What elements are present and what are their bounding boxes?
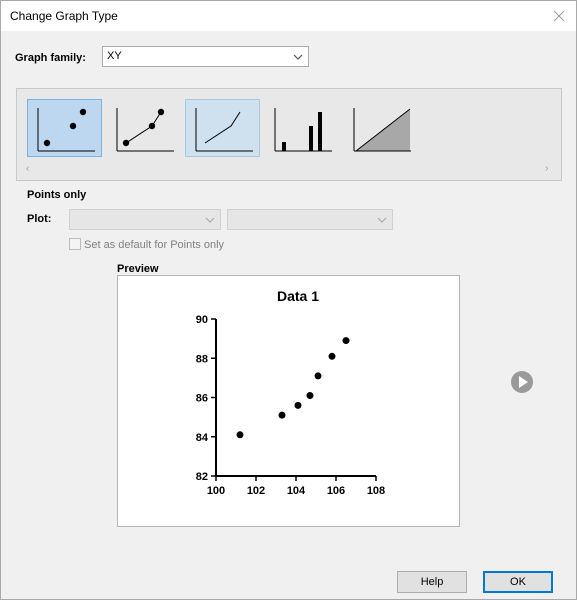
chevron-down-icon — [205, 217, 215, 223]
help-button[interactable]: Help — [397, 571, 467, 593]
data-point — [278, 411, 286, 419]
points-only-icon — [37, 108, 95, 152]
graph-type-line-only[interactable] — [185, 99, 260, 157]
x-tick-label: 100 — [207, 485, 225, 497]
close-button[interactable] — [548, 5, 570, 27]
plot-select-2[interactable] — [227, 209, 393, 230]
next-preview-button[interactable] — [510, 370, 534, 397]
area-fill-icon — [353, 108, 411, 152]
x-tick-label: 104 — [287, 485, 306, 497]
data-point — [328, 352, 336, 360]
graph-family-select[interactable]: XY — [102, 46, 309, 67]
graph-type-spikes[interactable] — [264, 99, 339, 157]
points-connected-icon — [116, 108, 174, 152]
data-point — [314, 372, 322, 380]
x-tick-label: 108 — [367, 485, 385, 497]
data-point — [236, 431, 244, 439]
graph-family-label: Graph family: — [15, 52, 86, 64]
x-tick-label: 106 — [327, 485, 345, 497]
graph-family-value: XY — [107, 50, 122, 62]
y-tick-label: 82 — [196, 471, 208, 483]
title-bar: Change Graph Type — [1, 1, 576, 31]
scroll-left-icon[interactable]: ‹ — [26, 163, 29, 174]
y-tick-label: 90 — [196, 314, 208, 326]
graph-type-area[interactable] — [343, 99, 418, 157]
default-checkbox-row[interactable]: Set as default for Points only — [69, 238, 224, 251]
y-tick-label: 88 — [196, 353, 208, 365]
default-checkbox[interactable] — [69, 238, 81, 250]
selected-type-label: Points only — [27, 189, 87, 201]
scroll-right-icon[interactable]: › — [545, 163, 548, 174]
plot-label: Plot: — [27, 213, 52, 225]
graph-type-gallery: ‹ › — [16, 88, 562, 181]
preview-panel: Data 1 100 102 104 106 108 82 84 86 88 90 — [117, 275, 460, 527]
bar-spikes-icon — [274, 108, 332, 152]
graph-type-points-connected[interactable] — [106, 99, 181, 157]
chevron-down-icon — [377, 217, 387, 223]
y-tick-label: 86 — [196, 393, 208, 405]
preview-label: Preview — [117, 263, 159, 275]
preview-chart: Data 1 100 102 104 106 108 82 84 86 88 90 — [196, 288, 385, 497]
data-point — [342, 337, 350, 345]
window-title: Change Graph Type — [10, 9, 118, 23]
graph-type-points-only[interactable] — [27, 99, 102, 157]
x-tick-label: 102 — [247, 485, 265, 497]
ok-button[interactable]: OK — [483, 571, 553, 593]
change-graph-type-dialog: Change Graph Type Graph family: XY ‹ › P… — [0, 0, 577, 600]
y-tick-label: 84 — [196, 432, 209, 444]
chevron-down-icon — [293, 54, 303, 60]
default-checkbox-label: Set as default for Points only — [84, 239, 225, 251]
line-only-icon — [195, 108, 253, 152]
chart-title: Data 1 — [277, 288, 319, 304]
data-point — [294, 401, 302, 409]
play-icon — [511, 371, 533, 393]
plot-select-1[interactable] — [69, 209, 221, 230]
data-point — [306, 392, 314, 400]
close-icon — [553, 10, 565, 22]
